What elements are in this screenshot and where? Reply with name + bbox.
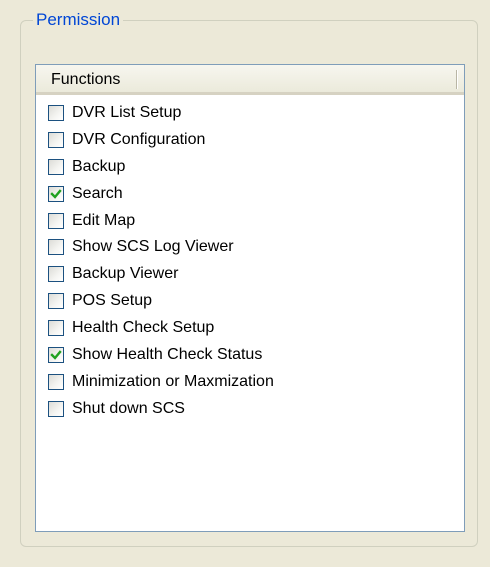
list-item[interactable]: Show Health Check Status	[36, 345, 464, 372]
list-item[interactable]: Backup Viewer	[36, 264, 464, 291]
checkbox[interactable]	[48, 131, 64, 148]
checkbox[interactable]	[48, 239, 64, 256]
list-item-label: Search	[72, 184, 123, 202]
list-item[interactable]: Minimization or Maxmization	[36, 372, 464, 399]
list-item-label: Backup	[72, 157, 126, 175]
checkbox[interactable]	[48, 212, 64, 229]
list-item[interactable]: Search	[36, 184, 464, 211]
permission-group-title: Permission	[33, 10, 124, 30]
list-item-label: POS Setup	[72, 292, 153, 310]
list-item[interactable]: DVR List Setup	[36, 103, 464, 130]
list-item-label: Show Health Check Status	[72, 346, 263, 364]
checkbox[interactable]	[48, 320, 64, 337]
checkbox[interactable]	[48, 373, 64, 390]
list-item-label: Edit Map	[72, 211, 136, 229]
list-item-label: DVR Configuration	[72, 130, 206, 148]
list-item[interactable]: POS Setup	[36, 291, 464, 318]
check-icon	[50, 350, 62, 360]
column-divider[interactable]	[456, 70, 457, 89]
list-item[interactable]: Health Check Setup	[36, 318, 464, 345]
checkbox[interactable]	[48, 185, 64, 202]
list-item-label: DVR List Setup	[72, 104, 182, 121]
functions-header-label: Functions	[51, 71, 121, 88]
checkbox[interactable]	[48, 266, 64, 283]
checkbox[interactable]	[48, 347, 64, 364]
checkbox[interactable]	[48, 293, 64, 310]
checkbox[interactable]	[48, 400, 64, 417]
list-item[interactable]: Edit Map	[36, 211, 464, 238]
check-icon	[50, 188, 62, 199]
checkbox[interactable]	[48, 158, 64, 175]
list-item-label: Minimization or Maxmization	[72, 372, 274, 390]
list-item[interactable]: Backup	[36, 157, 464, 184]
list-item[interactable]: Show SCS Log Viewer	[36, 237, 464, 264]
list-item-label: Show SCS Log Viewer	[72, 238, 234, 256]
list-item-label: Backup Viewer	[72, 265, 179, 283]
list-item-label: Health Check Setup	[72, 319, 215, 337]
list-item-label: Shut down SCS	[72, 399, 185, 417]
functions-list[interactable]: Functions DVR List Setup DVR Configuratio…	[35, 64, 465, 532]
checkbox[interactable]	[48, 105, 64, 121]
list-item[interactable]: Shut down SCS	[36, 399, 464, 426]
list-item[interactable]: DVR Configuration	[36, 130, 464, 157]
functions-column-header[interactable]: Functions	[36, 65, 464, 95]
functions-rows: DVR List Setup DVR Configuration Backup Sea…	[36, 103, 464, 426]
